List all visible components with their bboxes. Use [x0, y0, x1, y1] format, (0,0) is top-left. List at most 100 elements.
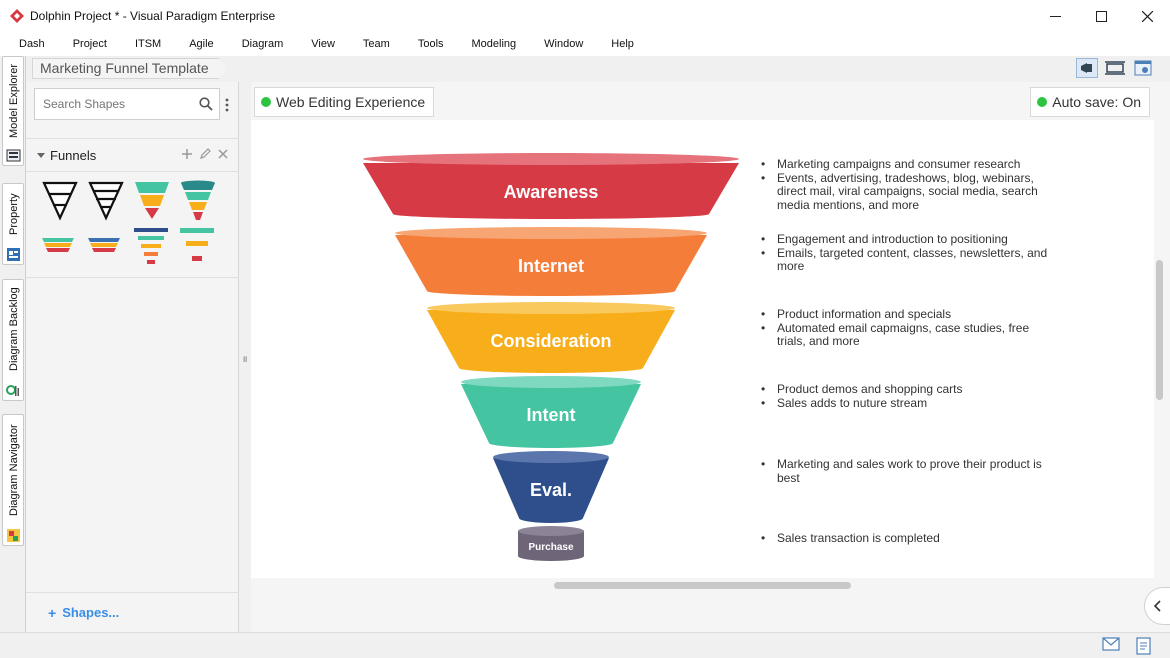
outline-funnel-icon — [42, 181, 78, 221]
menu-team[interactable]: Team — [349, 38, 404, 50]
funnel-shape-flat-bars-blue[interactable] — [86, 228, 126, 270]
funnel-stage-internet[interactable]: Internet — [395, 227, 707, 296]
stage-label-intent: Intent — [527, 405, 576, 425]
close-icon — [1141, 10, 1153, 22]
description-item: Product demos and shopping carts — [760, 382, 1050, 397]
funnel-stage-eval[interactable]: Eval. — [493, 451, 609, 523]
diagram-area: Web Editing Experience Auto save: On Awa… — [251, 82, 1170, 632]
web-editing-badge[interactable]: Web Editing Experience — [254, 87, 435, 117]
funnel-shape-outline-3[interactable] — [40, 180, 80, 222]
stacked-bars-icon — [134, 228, 168, 264]
mail-icon[interactable] — [1102, 637, 1120, 651]
menu-bar: Dash Project ITSM Agile Diagram View Tea… — [0, 32, 1170, 56]
tab-model-explorer[interactable]: Model Explorer — [2, 56, 24, 166]
tab-diagram-backlog[interactable]: Diagram Backlog — [2, 279, 24, 401]
add-shapes-icon[interactable]: + — [48, 605, 56, 621]
funnel-shape-stacked-bars[interactable] — [132, 228, 172, 270]
description-list-intent: Product demos and shopping carts Sales a… — [760, 382, 1050, 411]
description-item: Product information and specials — [760, 307, 1050, 322]
more-options-icon[interactable] — [225, 98, 229, 112]
search-shapes-input[interactable] — [41, 96, 191, 112]
edit-icon[interactable] — [199, 148, 211, 160]
funnel-shape-flat-bars[interactable] — [40, 228, 80, 270]
vertical-scrollbar[interactable] — [1156, 260, 1163, 400]
splitter-grip-icon[interactable]: ॥ — [242, 352, 247, 365]
stage-label-purchase: Purchase — [528, 542, 573, 553]
maximize-button[interactable] — [1078, 0, 1124, 32]
description-item: Sales transaction is completed — [760, 531, 1050, 546]
shapes-footer: + Shapes... — [26, 592, 239, 632]
tab-diagram-backlog-label: Diagram Backlog — [8, 287, 20, 371]
funnel-shapes-grid — [38, 180, 228, 270]
funnel-stage-consideration[interactable]: Consideration — [427, 302, 675, 373]
description-list-eval: Marketing and sales work to prove their … — [760, 457, 1050, 485]
funnel-shape-stacked-bars-2[interactable] — [178, 228, 218, 270]
tab-property[interactable]: Property — [2, 183, 24, 265]
flat-funnel-icon — [42, 238, 74, 252]
maximize-icon — [1095, 10, 1107, 22]
funnel-stage-intent[interactable]: Intent — [461, 376, 641, 448]
description-list-internet: Engagement and introduction to positioni… — [760, 232, 1050, 274]
description-item: Engagement and introduction to positioni… — [760, 232, 1050, 247]
diagram-toolbar — [1076, 58, 1154, 78]
tab-diagram-navigator-label: Diagram Navigator — [8, 424, 20, 516]
description-item: Marketing and sales work to prove their … — [760, 457, 1050, 485]
menu-dash[interactable]: Dash — [5, 38, 59, 50]
menu-itsm[interactable]: ITSM — [121, 38, 175, 50]
add-icon[interactable] — [181, 148, 193, 160]
funnels-category-title: Funnels — [50, 147, 97, 163]
megaphone-icon — [1081, 63, 1092, 73]
window-title: Dolphin Project * - Visual Paradigm Ente… — [30, 9, 276, 23]
title-bar: Dolphin Project * - Visual Paradigm Ente… — [0, 0, 1170, 32]
menu-modeling[interactable]: Modeling — [458, 38, 531, 50]
app-logo-icon — [10, 9, 24, 23]
funnel-shape-outline-4[interactable] — [86, 180, 126, 222]
search-icon[interactable] — [199, 97, 213, 111]
close-button[interactable] — [1124, 0, 1170, 32]
description-item: Sales adds to nuture stream — [760, 396, 1050, 411]
menu-window[interactable]: Window — [530, 38, 597, 50]
funnel-stage-purchase[interactable]: Purchase — [518, 526, 584, 561]
fit-size-icon — [1105, 61, 1125, 75]
close-category-icon[interactable] — [217, 148, 229, 160]
auto-save-label: Auto save: On — [1052, 94, 1141, 110]
menu-view[interactable]: View — [297, 38, 349, 50]
menu-help[interactable]: Help — [597, 38, 648, 50]
notes-icon[interactable] — [1136, 637, 1152, 655]
flat-funnel-blue-icon — [88, 238, 120, 252]
fit-diagram-button[interactable] — [1104, 58, 1126, 78]
property-icon — [7, 248, 20, 261]
stage-label-internet: Internet — [518, 256, 584, 276]
tab-diagram-navigator[interactable]: Diagram Navigator — [2, 414, 24, 546]
funnel-shape-color-3[interactable] — [132, 180, 172, 222]
minimize-icon — [1049, 15, 1061, 17]
horizontal-scrollbar[interactable] — [554, 582, 851, 589]
diagram-settings-icon — [1134, 60, 1152, 76]
breadcrumb[interactable]: Marketing Funnel Template — [32, 58, 228, 79]
menu-project[interactable]: Project — [59, 38, 121, 50]
stage-label-consideration: Consideration — [490, 331, 611, 351]
menu-diagram[interactable]: Diagram — [228, 38, 298, 50]
diagram-navigator-icon — [7, 529, 20, 542]
auto-save-badge[interactable]: Auto save: On — [1030, 87, 1150, 117]
chevron-left-icon — [1153, 600, 1161, 612]
panel-splitter[interactable]: ॥ — [239, 82, 251, 632]
color-funnel-icon — [135, 182, 169, 219]
collapse-panel-button[interactable] — [1144, 587, 1170, 625]
description-item: Marketing campaigns and consumer researc… — [760, 157, 1050, 172]
funnel-stage-awareness[interactable]: Awareness — [363, 153, 739, 219]
menu-tools[interactable]: Tools — [404, 38, 458, 50]
announcement-button[interactable] — [1076, 58, 1098, 78]
shapes-link[interactable]: Shapes... — [62, 605, 119, 620]
minimize-button[interactable] — [1032, 0, 1078, 32]
diagram-settings-button[interactable] — [1132, 58, 1154, 78]
tab-property-label: Property — [8, 193, 20, 235]
funnel-shape-color-4[interactable] — [178, 180, 218, 222]
collapse-arrow-icon[interactable] — [36, 150, 46, 160]
web-editing-label: Web Editing Experience — [276, 94, 426, 110]
diagram-canvas[interactable]: Awareness Internet Consideration Intent … — [251, 120, 1154, 578]
funnels-category-header[interactable]: Funnels — [26, 138, 239, 172]
status-dot-icon — [1037, 97, 1048, 107]
menu-agile[interactable]: Agile — [175, 38, 227, 50]
description-list-awareness: Marketing campaigns and consumer researc… — [760, 157, 1050, 212]
